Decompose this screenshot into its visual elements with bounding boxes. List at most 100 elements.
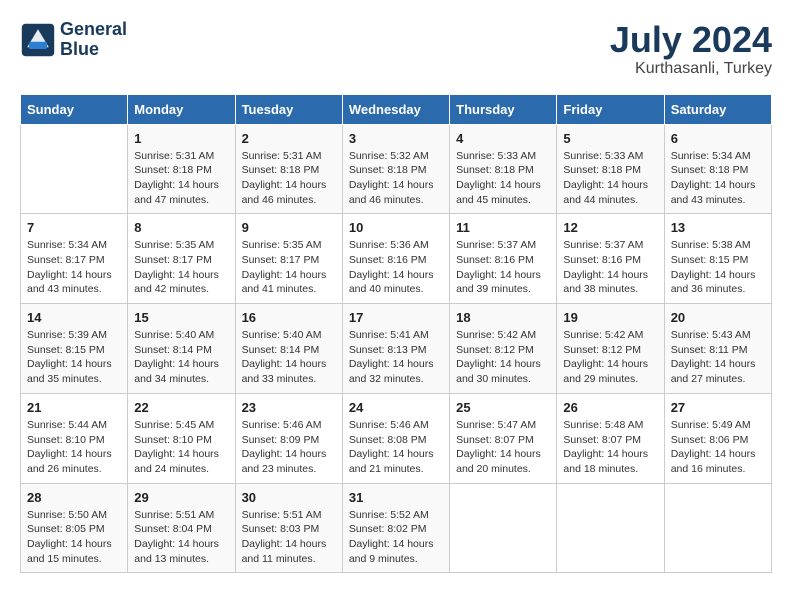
day-cell: 28 Sunrise: 5:50 AM Sunset: 8:05 PM Dayli…: [21, 483, 128, 573]
day-cell: 7 Sunrise: 5:34 AM Sunset: 8:17 PM Daylig…: [21, 214, 128, 304]
logo-text: General Blue: [60, 20, 127, 60]
day-cell: 29 Sunrise: 5:51 AM Sunset: 8:04 PM Dayli…: [128, 483, 235, 573]
day-cell: 16Sunrise: 5:40 AM Sunset: 8:14 PM Dayli…: [235, 304, 342, 394]
day-number: 6: [671, 131, 765, 146]
logo-line2: Blue: [60, 40, 127, 60]
day-cell: 27 Sunrise: 5:49 AM Sunset: 8:06 PM Dayli…: [664, 393, 771, 483]
day-number: 7: [27, 220, 121, 235]
day-number: 17: [349, 310, 443, 325]
day-info: Sunrise: 5:38 AM Sunset: 8:15 PM Dayligh…: [671, 238, 765, 297]
day-cell: 3 Sunrise: 5:32 AM Sunset: 8:18 PM Daylig…: [342, 124, 449, 214]
day-number: 25: [456, 400, 550, 415]
day-cell: 30 Sunrise: 5:51 AM Sunset: 8:03 PM Dayli…: [235, 483, 342, 573]
day-number: 21: [27, 400, 121, 415]
day-info: Sunrise: 5:44 AM Sunset: 8:10 PM Dayligh…: [27, 418, 121, 477]
day-number: 15: [134, 310, 228, 325]
location-title: Kurthasanli, Turkey: [610, 60, 772, 78]
day-number: 12: [563, 220, 657, 235]
day-info: Sunrise: 5:32 AM Sunset: 8:18 PM Dayligh…: [349, 149, 443, 208]
day-cell: 20Sunrise: 5:43 AM Sunset: 8:11 PM Dayli…: [664, 304, 771, 394]
day-number: 14: [27, 310, 121, 325]
day-number: 18: [456, 310, 550, 325]
day-number: 2: [242, 131, 336, 146]
day-info: Sunrise: 5:34 AM Sunset: 8:18 PM Dayligh…: [671, 149, 765, 208]
day-info: Sunrise: 5:41 AM Sunset: 8:13 PM Dayligh…: [349, 328, 443, 387]
day-cell: [450, 483, 557, 573]
title-block: July 2024 Kurthasanli, Turkey: [610, 20, 772, 78]
week-row-3: 14Sunrise: 5:39 AM Sunset: 8:15 PM Dayli…: [21, 304, 772, 394]
week-row-5: 28 Sunrise: 5:50 AM Sunset: 8:05 PM Dayli…: [21, 483, 772, 573]
column-header-wednesday: Wednesday: [342, 94, 449, 124]
day-number: 22: [134, 400, 228, 415]
day-cell: 4 Sunrise: 5:33 AM Sunset: 8:18 PM Daylig…: [450, 124, 557, 214]
day-number: 27: [671, 400, 765, 415]
day-number: 31: [349, 490, 443, 505]
day-info: Sunrise: 5:33 AM Sunset: 8:18 PM Dayligh…: [456, 149, 550, 208]
day-info: Sunrise: 5:36 AM Sunset: 8:16 PM Dayligh…: [349, 238, 443, 297]
column-header-friday: Friday: [557, 94, 664, 124]
column-header-monday: Monday: [128, 94, 235, 124]
day-info: Sunrise: 5:34 AM Sunset: 8:17 PM Dayligh…: [27, 238, 121, 297]
day-info: Sunrise: 5:42 AM Sunset: 8:12 PM Dayligh…: [563, 328, 657, 387]
logo-icon: [20, 22, 56, 58]
day-number: 28: [27, 490, 121, 505]
day-info: Sunrise: 5:49 AM Sunset: 8:06 PM Dayligh…: [671, 418, 765, 477]
day-number: 1: [134, 131, 228, 146]
day-cell: 2Sunrise: 5:31 AM Sunset: 8:18 PM Daylig…: [235, 124, 342, 214]
day-cell: 15 Sunrise: 5:40 AM Sunset: 8:14 PM Dayli…: [128, 304, 235, 394]
day-number: 4: [456, 131, 550, 146]
day-cell: 26 Sunrise: 5:48 AM Sunset: 8:07 PM Dayli…: [557, 393, 664, 483]
calendar-header-row: SundayMondayTuesdayWednesdayThursdayFrid…: [21, 94, 772, 124]
day-info: Sunrise: 5:37 AM Sunset: 8:16 PM Dayligh…: [456, 238, 550, 297]
day-info: Sunrise: 5:45 AM Sunset: 8:10 PM Dayligh…: [134, 418, 228, 477]
day-cell: 11 Sunrise: 5:37 AM Sunset: 8:16 PM Dayli…: [450, 214, 557, 304]
day-cell: 9 Sunrise: 5:35 AM Sunset: 8:17 PM Daylig…: [235, 214, 342, 304]
day-info: Sunrise: 5:50 AM Sunset: 8:05 PM Dayligh…: [27, 508, 121, 567]
day-info: Sunrise: 5:42 AM Sunset: 8:12 PM Dayligh…: [456, 328, 550, 387]
day-cell: 12 Sunrise: 5:37 AM Sunset: 8:16 PM Dayli…: [557, 214, 664, 304]
day-cell: 14Sunrise: 5:39 AM Sunset: 8:15 PM Dayli…: [21, 304, 128, 394]
day-number: 11: [456, 220, 550, 235]
week-row-4: 21 Sunrise: 5:44 AM Sunset: 8:10 PM Dayli…: [21, 393, 772, 483]
logo-line1: General: [60, 20, 127, 40]
day-cell: 24Sunrise: 5:46 AM Sunset: 8:08 PM Dayli…: [342, 393, 449, 483]
day-number: 10: [349, 220, 443, 235]
day-number: 20: [671, 310, 765, 325]
day-info: Sunrise: 5:35 AM Sunset: 8:17 PM Dayligh…: [242, 238, 336, 297]
day-info: Sunrise: 5:48 AM Sunset: 8:07 PM Dayligh…: [563, 418, 657, 477]
day-info: Sunrise: 5:40 AM Sunset: 8:14 PM Dayligh…: [134, 328, 228, 387]
day-number: 9: [242, 220, 336, 235]
day-cell: [664, 483, 771, 573]
day-cell: 1Sunrise: 5:31 AM Sunset: 8:18 PM Daylig…: [128, 124, 235, 214]
day-number: 29: [134, 490, 228, 505]
day-cell: 31Sunrise: 5:52 AM Sunset: 8:02 PM Dayli…: [342, 483, 449, 573]
day-info: Sunrise: 5:46 AM Sunset: 8:08 PM Dayligh…: [349, 418, 443, 477]
day-number: 19: [563, 310, 657, 325]
day-number: 13: [671, 220, 765, 235]
day-cell: [557, 483, 664, 573]
day-number: 26: [563, 400, 657, 415]
day-info: Sunrise: 5:51 AM Sunset: 8:03 PM Dayligh…: [242, 508, 336, 567]
page-header: General Blue July 2024 Kurthasanli, Turk…: [20, 20, 772, 78]
day-cell: 23Sunrise: 5:46 AM Sunset: 8:09 PM Dayli…: [235, 393, 342, 483]
day-info: Sunrise: 5:33 AM Sunset: 8:18 PM Dayligh…: [563, 149, 657, 208]
day-info: Sunrise: 5:37 AM Sunset: 8:16 PM Dayligh…: [563, 238, 657, 297]
day-cell: 25 Sunrise: 5:47 AM Sunset: 8:07 PM Dayli…: [450, 393, 557, 483]
day-info: Sunrise: 5:35 AM Sunset: 8:17 PM Dayligh…: [134, 238, 228, 297]
day-number: 30: [242, 490, 336, 505]
day-cell: 13 Sunrise: 5:38 AM Sunset: 8:15 PM Dayli…: [664, 214, 771, 304]
day-cell: 6 Sunrise: 5:34 AM Sunset: 8:18 PM Daylig…: [664, 124, 771, 214]
day-cell: 19 Sunrise: 5:42 AM Sunset: 8:12 PM Dayli…: [557, 304, 664, 394]
column-header-thursday: Thursday: [450, 94, 557, 124]
day-cell: 8 Sunrise: 5:35 AM Sunset: 8:17 PM Daylig…: [128, 214, 235, 304]
day-number: 16: [242, 310, 336, 325]
day-info: Sunrise: 5:46 AM Sunset: 8:09 PM Dayligh…: [242, 418, 336, 477]
day-info: Sunrise: 5:51 AM Sunset: 8:04 PM Dayligh…: [134, 508, 228, 567]
column-header-saturday: Saturday: [664, 94, 771, 124]
day-number: 3: [349, 131, 443, 146]
day-info: Sunrise: 5:47 AM Sunset: 8:07 PM Dayligh…: [456, 418, 550, 477]
day-number: 8: [134, 220, 228, 235]
day-cell: 17 Sunrise: 5:41 AM Sunset: 8:13 PM Dayli…: [342, 304, 449, 394]
day-cell: 21 Sunrise: 5:44 AM Sunset: 8:10 PM Dayli…: [21, 393, 128, 483]
column-header-sunday: Sunday: [21, 94, 128, 124]
